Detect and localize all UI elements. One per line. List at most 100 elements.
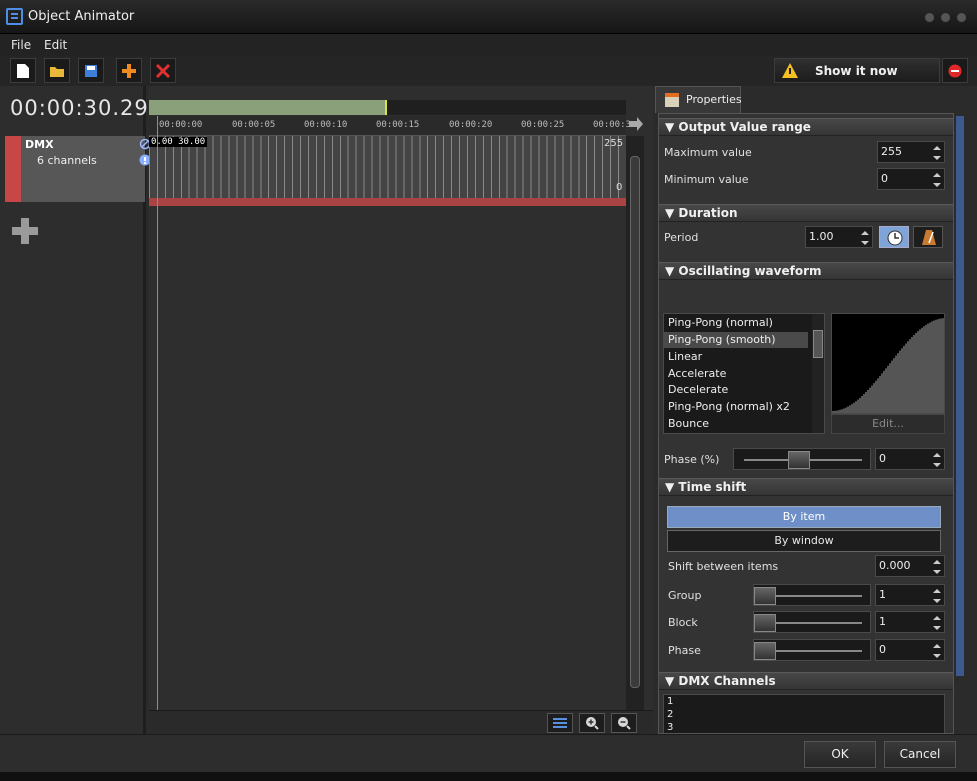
list-icon xyxy=(553,718,567,728)
list-view-button[interactable] xyxy=(547,713,573,733)
section-duration[interactable]: ▼ Duration xyxy=(659,204,953,222)
max-value-spinner[interactable]: 255 xyxy=(877,141,945,163)
list-item[interactable]: 3 xyxy=(667,722,673,733)
phase-percent-spinner[interactable]: 0 xyxy=(875,448,945,470)
menu-file[interactable]: File xyxy=(11,38,31,52)
add-button[interactable] xyxy=(116,58,142,83)
list-item[interactable]: 2 xyxy=(667,709,673,720)
block-label: Block xyxy=(668,616,698,629)
track-list-panel: 00:00:30.29 DMX 6 channels xyxy=(0,86,151,734)
waveform-option[interactable]: Decelerate xyxy=(668,383,728,396)
dialog-button-bar: OK Cancel xyxy=(0,734,977,772)
max-value-label: Maximum value xyxy=(664,146,752,159)
by-item-button[interactable]: By item xyxy=(667,506,941,528)
shift-between-items-label: Shift between items xyxy=(668,560,779,573)
timeline-range-bar[interactable] xyxy=(149,100,626,115)
app-icon xyxy=(6,8,23,25)
cancel-button[interactable]: Cancel xyxy=(884,741,956,768)
seconds-mode-button[interactable] xyxy=(879,226,909,248)
title-bar: Object Animator xyxy=(0,0,977,34)
by-window-button[interactable]: By window xyxy=(667,530,941,552)
track-max-label: 255 xyxy=(604,138,624,149)
window-title: Object Animator xyxy=(28,9,135,24)
ruler-label: 00:00:3 xyxy=(593,120,631,130)
toolbar: Show it now xyxy=(0,56,977,86)
maximize-button[interactable] xyxy=(940,12,951,23)
zoom-in-icon xyxy=(586,717,599,730)
edit-waveform-button[interactable]: Edit... xyxy=(831,414,945,434)
playhead[interactable] xyxy=(157,116,158,714)
waveform-option-selected[interactable]: Ping-Pong (smooth) xyxy=(668,333,776,346)
timeline-tools xyxy=(149,710,653,734)
zoom-out-button[interactable] xyxy=(611,713,637,733)
ok-button[interactable]: OK xyxy=(804,741,876,768)
new-button[interactable] xyxy=(10,58,36,83)
section-output-value-range[interactable]: ▼ Output Value range xyxy=(659,118,953,136)
open-button[interactable] xyxy=(44,58,70,83)
block-slider[interactable] xyxy=(753,611,871,633)
track-lane-dmx[interactable]: 0.00 30.00 255 0 xyxy=(149,136,626,206)
period-spinner[interactable]: 1.00 xyxy=(805,226,873,248)
phase-slider[interactable] xyxy=(753,639,871,661)
waveform-option[interactable]: Bounce xyxy=(668,417,709,430)
waveform-option[interactable]: Ping-Pong (normal) xyxy=(668,316,773,329)
list-item[interactable]: 1 xyxy=(667,696,673,707)
timeline: 00:00:00 00:00:05 00:00:10 00:00:15 00:0… xyxy=(149,86,653,734)
slider-handle[interactable] xyxy=(788,451,810,469)
group-spinner[interactable]: 1 xyxy=(875,584,945,606)
close-button[interactable] xyxy=(956,12,967,23)
properties-scrollbar[interactable] xyxy=(956,116,964,676)
new-file-icon xyxy=(17,63,29,78)
waveform-option[interactable]: Linear xyxy=(668,350,702,363)
waveform-option[interactable]: Accelerate xyxy=(668,367,726,380)
min-value-spinner[interactable]: 0 xyxy=(877,168,945,190)
dmx-channel-list[interactable]: 1 2 3 4 xyxy=(663,694,945,733)
zoom-out-icon xyxy=(618,717,631,730)
scrollbar-thumb[interactable] xyxy=(630,156,640,688)
block-spinner[interactable]: 1 xyxy=(875,611,945,633)
vertical-scrollbar[interactable] xyxy=(626,136,644,716)
properties-icon xyxy=(665,93,679,107)
phase-percent-slider[interactable] xyxy=(733,448,871,470)
time-ruler[interactable]: 00:00:00 00:00:05 00:00:10 00:00:15 00:0… xyxy=(149,116,631,136)
waveform-curve xyxy=(832,318,944,413)
taskbar-strip xyxy=(0,772,977,781)
shift-between-items-spinner[interactable]: 0.000 xyxy=(875,555,945,577)
track-header-dmx[interactable]: DMX 6 channels xyxy=(5,136,151,202)
arrow-right-icon[interactable] xyxy=(628,116,644,132)
delete-button[interactable] xyxy=(150,58,176,83)
section-dmx-channels[interactable]: ▼ DMX Channels xyxy=(659,672,953,690)
waveform-preview xyxy=(831,313,945,414)
phase-percent-label: Phase (%) xyxy=(664,453,720,466)
menu-edit[interactable]: Edit xyxy=(44,38,67,52)
beats-mode-button[interactable] xyxy=(913,226,943,248)
section-oscillating-waveform[interactable]: ▼ Oscillating waveform xyxy=(659,262,953,280)
stop-button[interactable] xyxy=(942,58,968,83)
ruler-label: 00:00:00 xyxy=(159,120,203,130)
ruler-label: 00:00:05 xyxy=(232,120,276,130)
waveform-list[interactable]: Ping-Pong (normal) Ping-Pong (smooth) Li… xyxy=(663,313,825,434)
phase-spinner[interactable]: 0 xyxy=(875,639,945,661)
add-track-icon[interactable] xyxy=(12,218,38,244)
tab-properties[interactable]: Properties xyxy=(655,86,742,113)
phase-label: Phase xyxy=(668,644,701,657)
timeline-visible-range[interactable] xyxy=(149,100,387,115)
save-button[interactable] xyxy=(78,58,104,83)
minimize-button[interactable] xyxy=(924,12,935,23)
ruler-label: 00:00:15 xyxy=(376,120,420,130)
folder-icon xyxy=(50,66,64,77)
metronome-icon xyxy=(922,230,936,245)
plus-icon xyxy=(122,63,136,78)
menu-bar: File Edit xyxy=(0,34,977,56)
track-channel-count: 6 channels xyxy=(37,154,97,167)
group-slider[interactable] xyxy=(753,584,871,606)
stop-icon xyxy=(948,64,962,77)
show-it-now-button[interactable]: Show it now xyxy=(774,58,940,83)
warning-icon xyxy=(782,63,798,78)
waveform-list-scrollbar[interactable] xyxy=(812,314,824,433)
section-time-shift[interactable]: ▼ Time shift xyxy=(659,478,953,496)
properties-content: ▼ Output Value range Maximum value 255 M… xyxy=(658,113,954,734)
properties-panel: Properties ▼ Output Value range Maximum … xyxy=(653,86,977,734)
waveform-option[interactable]: Ping-Pong (normal) x2 xyxy=(668,400,790,413)
zoom-in-button[interactable] xyxy=(579,713,605,733)
